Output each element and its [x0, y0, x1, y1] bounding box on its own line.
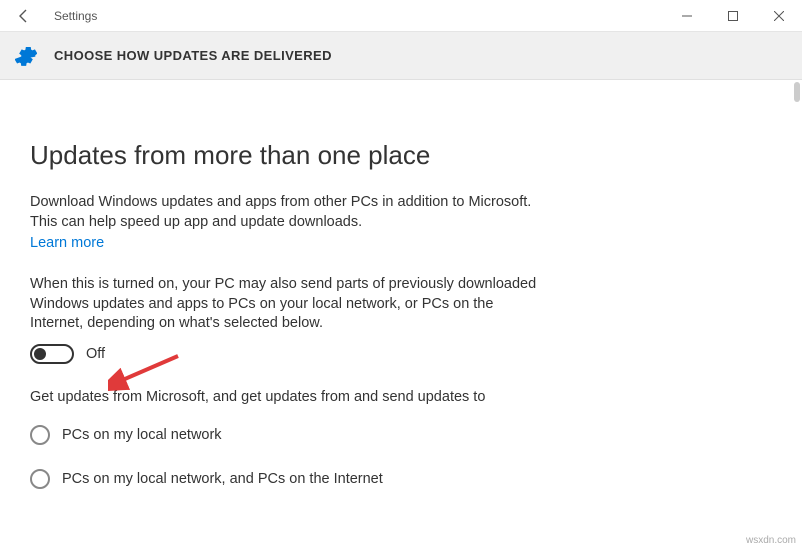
page-header: CHOOSE HOW UPDATES ARE DELIVERED — [0, 32, 802, 80]
main-heading: Updates from more than one place — [30, 140, 540, 171]
radio-icon — [30, 469, 50, 489]
maximize-icon — [728, 11, 738, 21]
minimize-button[interactable] — [664, 0, 710, 32]
toggle-knob — [34, 348, 46, 360]
window-controls — [664, 0, 802, 32]
close-button[interactable] — [756, 0, 802, 32]
scrollbar[interactable] — [794, 82, 800, 102]
intro-text: Download Windows updates and apps from o… — [30, 193, 540, 232]
delivery-toggle[interactable] — [30, 344, 74, 364]
gear-icon — [12, 42, 40, 70]
close-icon — [774, 11, 784, 21]
radio-option-local[interactable]: PCs on my local network — [30, 425, 540, 445]
radio-label: PCs on my local network — [62, 427, 222, 443]
radio-icon — [30, 425, 50, 445]
options-heading: Get updates from Microsoft, and get upda… — [30, 388, 540, 408]
radio-option-internet[interactable]: PCs on my local network, and PCs on the … — [30, 469, 540, 489]
title-bar: Settings — [0, 0, 802, 32]
content-area: Updates from more than one place Downloa… — [0, 80, 570, 489]
learn-more-link[interactable]: Learn more — [30, 235, 104, 251]
minimize-icon — [682, 11, 692, 21]
arrow-left-icon — [16, 8, 32, 24]
maximize-button[interactable] — [710, 0, 756, 32]
explanation-text: When this is turned on, your PC may also… — [30, 275, 540, 334]
toggle-row: Off — [30, 344, 540, 364]
back-button[interactable] — [0, 0, 48, 32]
window-title: Settings — [48, 9, 664, 23]
watermark: wsxdn.com — [746, 535, 796, 546]
radio-label: PCs on my local network, and PCs on the … — [62, 471, 383, 487]
toggle-state-label: Off — [86, 346, 105, 362]
page-title: CHOOSE HOW UPDATES ARE DELIVERED — [54, 48, 332, 63]
